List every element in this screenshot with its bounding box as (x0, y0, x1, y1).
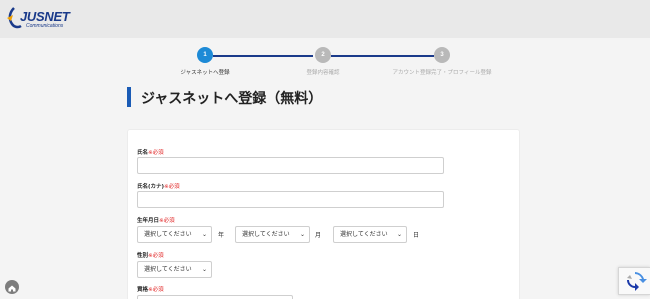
home-icon (8, 285, 16, 292)
recaptcha-icon (627, 272, 647, 291)
qualification-label: 資格※必須 (137, 287, 164, 293)
jusnet-logo[interactable]: JUSNET Communications (4, 6, 74, 36)
day-unit: 日 (413, 232, 420, 239)
step-connector-2 (331, 55, 434, 57)
gender-label: 性別※必須 (137, 253, 164, 259)
header: JUSNET Communications (0, 0, 650, 38)
step-1-circle: 1 (197, 47, 213, 63)
required-mark: ※必須 (164, 184, 180, 190)
qualification-input[interactable] (137, 295, 293, 299)
kana-label: 氏名(カナ)※必須 (137, 184, 180, 190)
progress-steps: 1 2 3 ジャスネットへ登録 登録内容確認 アカウント登録完了・プロフィール登… (0, 38, 650, 78)
step-connector-1 (213, 55, 313, 57)
gender-select[interactable]: 選択してください ⌄ (137, 261, 212, 278)
title-accent-bar (127, 87, 131, 107)
registration-form-card: 氏名※必須 氏名(カナ)※必須 生年月日※必須 選択してください ⌄ 年 選択して… (127, 129, 520, 299)
page-title: ジャスネットへ登録（無料） (141, 91, 323, 107)
required-mark: ※必須 (148, 150, 164, 156)
chevron-down-icon: ⌄ (201, 231, 207, 238)
required-mark: ※必須 (148, 253, 164, 259)
home-button[interactable] (5, 280, 19, 294)
birth-month-select[interactable]: 選択してください ⌄ (235, 226, 310, 243)
kana-input[interactable] (137, 191, 444, 208)
recaptcha-badge[interactable] (618, 267, 650, 295)
logo-subtext: Communications (26, 23, 64, 29)
name-input[interactable] (137, 157, 444, 174)
step-2-circle: 2 (315, 47, 331, 63)
birthdate-label: 生年月日※必須 (137, 218, 175, 224)
birth-year-select[interactable]: 選択してください ⌄ (137, 226, 212, 243)
step-1-label: ジャスネットへ登録 (180, 70, 230, 76)
step-2-label: 登録内容確認 (306, 70, 340, 76)
required-mark: ※必須 (148, 287, 164, 293)
month-unit: 月 (315, 232, 322, 239)
chevron-down-icon: ⌄ (396, 231, 402, 238)
chevron-down-icon: ⌄ (299, 231, 305, 238)
logo-text: JUSNET (20, 9, 70, 24)
required-mark: ※必須 (159, 218, 175, 224)
year-unit: 年 (218, 232, 225, 239)
birth-day-select[interactable]: 選択してください ⌄ (333, 226, 407, 243)
chevron-down-icon: ⌄ (201, 266, 207, 273)
step-3-circle: 3 (434, 47, 450, 63)
name-label: 氏名※必須 (137, 150, 164, 156)
step-3-label: アカウント登録完了・プロフィール登録 (392, 70, 492, 76)
